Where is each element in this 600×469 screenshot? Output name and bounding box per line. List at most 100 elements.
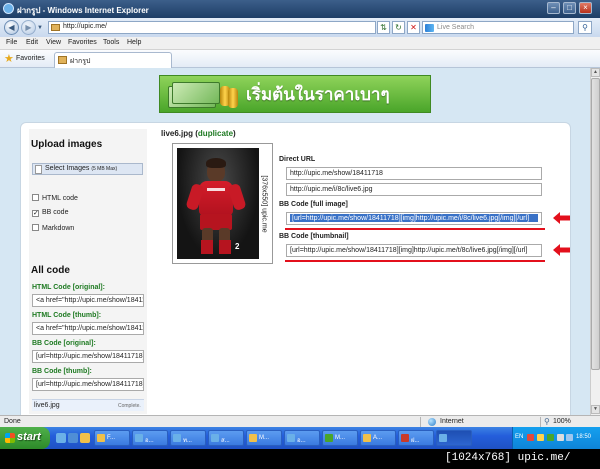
option-html-code[interactable]: HTML code xyxy=(32,194,78,202)
taskbar-item[interactable]: อ... xyxy=(284,430,320,446)
favorites-star-icon[interactable]: ★ xyxy=(4,52,14,65)
stop-button[interactable]: ✕ xyxy=(407,21,420,34)
minimize-button[interactable]: – xyxy=(547,2,560,14)
status-bar: Done Internet ⚲ 100% xyxy=(0,415,600,427)
taskbar-item[interactable]: ท... xyxy=(170,430,206,446)
app-icon xyxy=(249,434,257,442)
address-url[interactable]: http://upic.me/ xyxy=(63,23,107,30)
upload-status: Complete. xyxy=(118,403,141,409)
refresh-button[interactable]: ↻ xyxy=(392,21,405,34)
vertical-scrollbar[interactable]: ▲ ▼ xyxy=(590,68,600,415)
volume-icon[interactable] xyxy=(557,434,564,441)
taskbar-item[interactable]: ส... xyxy=(208,430,244,446)
tray-app-icon[interactable] xyxy=(537,434,544,441)
bb-thumb-value: [url=http://upic.me/show/18411718][img]h… xyxy=(290,247,528,254)
zoom-level[interactable]: 100% xyxy=(553,418,571,425)
taskbar-item[interactable]: A... xyxy=(360,430,396,446)
money-icon xyxy=(166,80,238,110)
menu-file[interactable]: File xyxy=(6,39,17,46)
back-button[interactable]: ◀ xyxy=(4,20,19,35)
upload-images-heading: Upload images xyxy=(31,139,103,150)
taskbar-item[interactable]: F... xyxy=(94,430,130,446)
direct-url-field[interactable]: http://upic.me/show/18411718 xyxy=(286,167,542,180)
option-bb-code[interactable]: ✓ BB code xyxy=(32,209,68,217)
upload-queue-item: live6.jpg Complete. xyxy=(32,399,144,411)
bb-full-label: BB Code [full image] xyxy=(279,201,348,208)
compatibility-icon[interactable]: ⇅ xyxy=(377,21,390,34)
start-button[interactable]: start xyxy=(0,427,50,449)
app-icon xyxy=(363,434,371,442)
security-zone[interactable]: Internet xyxy=(440,418,464,425)
windows-logo-icon xyxy=(5,433,15,443)
forward-button[interactable]: ▶ xyxy=(21,20,36,35)
scrollbar-thumb[interactable] xyxy=(591,78,600,370)
duplicate-link[interactable]: duplicate xyxy=(198,129,233,138)
bb-original-label: BB Code [original]: xyxy=(32,340,96,347)
folder-quicklaunch-icon[interactable] xyxy=(80,433,90,443)
player-number: 2 xyxy=(235,242,240,251)
search-button[interactable]: ⚲ xyxy=(578,21,592,34)
favorites-button[interactable]: Favorites xyxy=(16,55,45,62)
option-markdown[interactable]: Markdown xyxy=(32,224,74,232)
tray-app-icon[interactable] xyxy=(527,434,534,441)
select-images-button[interactable]: Select Images (5 MB Max) xyxy=(32,163,143,175)
bb-thumb-field[interactable]: [url=http://upic.me/show/18411718][img] xyxy=(32,378,144,391)
status-text: Done xyxy=(4,418,21,425)
markdown-checkbox[interactable] xyxy=(32,224,39,231)
html-original-label: HTML Code [original]: xyxy=(32,284,105,291)
bb-thumb-field[interactable]: [url=http://upic.me/show/18411718][img]h… xyxy=(286,244,542,257)
taskbar-item[interactable]: M... xyxy=(246,430,282,446)
favorites-bar: ★ Favorites ฝากรูป xyxy=(0,50,600,68)
taskbar-item[interactable]: อ... xyxy=(132,430,168,446)
taskbar-item[interactable]: ฝ... xyxy=(398,430,434,446)
language-indicator[interactable]: EN xyxy=(515,434,523,440)
search-input[interactable]: Live Search xyxy=(422,21,574,34)
maximize-button[interactable]: □ xyxy=(563,2,576,14)
network-icon[interactable] xyxy=(566,434,573,441)
internet-zone-icon xyxy=(428,418,436,426)
scroll-down-arrow-icon[interactable]: ▼ xyxy=(591,405,600,414)
select-images-size: (5 MB Max) xyxy=(91,166,118,172)
taskbar-item[interactable]: M... xyxy=(322,430,358,446)
app-icon xyxy=(97,434,105,442)
duplicate-close: ) xyxy=(233,129,236,138)
close-button[interactable]: × xyxy=(579,2,592,14)
code-value: <a href="http://upic.me/show/18411718"> xyxy=(36,325,143,332)
app-icon xyxy=(287,434,295,442)
app-icon xyxy=(135,434,143,442)
zoom-icon[interactable]: ⚲ xyxy=(544,417,550,426)
tab-title: ฝากรูป xyxy=(70,58,91,65)
red-arrow-icon xyxy=(553,244,570,256)
ie-quicklaunch-icon[interactable] xyxy=(56,433,66,443)
dimensions-text: [376x550] upic.me xyxy=(260,175,268,233)
menu-favorites[interactable]: Favorites xyxy=(68,39,97,46)
menu-tools[interactable]: Tools xyxy=(103,39,119,46)
html-code-checkbox[interactable] xyxy=(32,194,39,201)
sidebar: Upload images Select Images (5 MB Max) H… xyxy=(29,129,147,414)
menu-view[interactable]: View xyxy=(46,39,61,46)
ad-banner[interactable]: เริ่มต้นในราคาเบาๆ xyxy=(159,75,431,113)
browser-tab[interactable]: ฝากรูป xyxy=(54,52,172,68)
page-favicon-icon xyxy=(51,24,60,31)
forward-arrow-icon: ▶ xyxy=(25,23,32,32)
scroll-up-arrow-icon[interactable]: ▲ xyxy=(591,68,600,77)
clock[interactable]: 18:50 xyxy=(576,434,591,440)
ie-logo-icon xyxy=(3,3,14,14)
html-original-field[interactable]: <a href="http://upic.me/show/18411718"> xyxy=(32,294,144,307)
bb-code-checkbox[interactable]: ✓ xyxy=(32,210,39,217)
desktop-quicklaunch-icon[interactable] xyxy=(68,433,78,443)
html-thumb-field[interactable]: <a href="http://upic.me/show/18411718"> xyxy=(32,322,144,335)
history-dropdown-icon[interactable]: ▼ xyxy=(37,25,43,31)
player-photo: 2 xyxy=(177,148,259,259)
taskbar-item-active[interactable] xyxy=(436,430,472,446)
bb-full-field[interactable]: [url=http://upic.me/show/18411718][img]h… xyxy=(286,212,542,225)
menu-edit[interactable]: Edit xyxy=(26,39,38,46)
direct-image-url-field[interactable]: http://upic.me/i/8c/live6.jpg xyxy=(286,183,542,196)
address-bar[interactable]: http://upic.me/ xyxy=(48,21,376,34)
menu-help[interactable]: Help xyxy=(127,39,141,46)
caption-text: [1024x768] upic.me/ xyxy=(445,452,571,464)
image-thumbnail[interactable]: 2 [376x550] upic.me xyxy=(172,143,273,264)
tray-app-icon[interactable] xyxy=(547,434,554,441)
app-icon xyxy=(173,434,181,442)
bb-original-field[interactable]: [url=http://upic.me/show/18411718][img] xyxy=(32,350,144,363)
